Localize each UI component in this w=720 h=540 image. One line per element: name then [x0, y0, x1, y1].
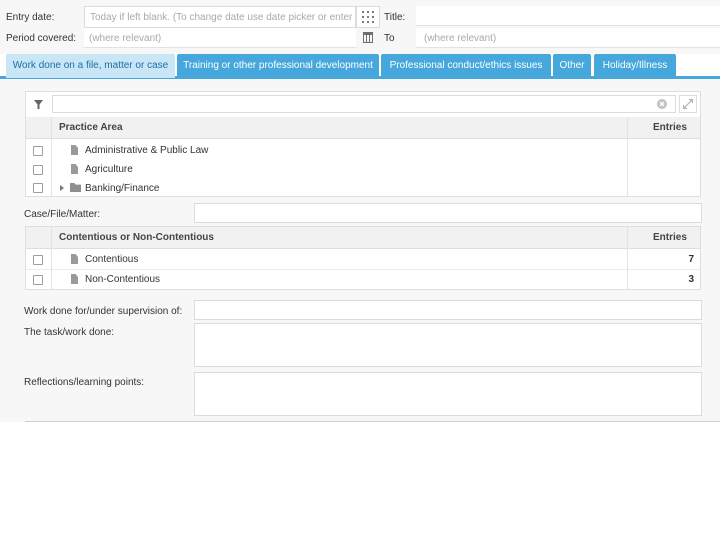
folder-icon	[70, 183, 81, 192]
tab-work-done[interactable]: Work done on a file, matter or case	[6, 54, 175, 78]
filter-icon[interactable]	[34, 100, 43, 109]
case-file-matter-input[interactable]	[194, 203, 702, 223]
row-checkbox[interactable]	[33, 275, 43, 285]
entries-count: 3	[688, 274, 694, 285]
expand-caret-icon[interactable]	[60, 185, 64, 191]
row-checkbox[interactable]	[33, 165, 43, 175]
period-picker-button[interactable]	[356, 28, 380, 48]
task-label: The task/work done:	[24, 327, 115, 338]
expand-icon	[683, 99, 693, 109]
row-label: Administrative & Public Law	[85, 145, 209, 156]
entries-column-header[interactable]: Entries	[653, 227, 687, 249]
reflections-textarea[interactable]	[194, 372, 702, 416]
supervision-input[interactable]	[194, 300, 702, 320]
entry-date-label: Entry date:	[6, 12, 55, 23]
period-from-placeholder: (where relevant)	[89, 33, 162, 44]
calendar-icon	[363, 32, 373, 43]
reflections-label: Reflections/learning points:	[24, 377, 145, 388]
row-label: Banking/Finance	[85, 183, 160, 194]
period-to-placeholder: (where relevant)	[424, 33, 497, 44]
file-icon	[71, 274, 78, 284]
row-label: Agriculture	[85, 164, 133, 175]
file-icon	[71, 145, 78, 155]
row-label: Contentious	[85, 254, 139, 265]
practice-area-grid: Practice Area Entries Administrative & P…	[25, 91, 701, 197]
period-covered-label: Period covered:	[6, 33, 77, 44]
contentious-column-header[interactable]: Contentious or Non-Contentious	[59, 227, 214, 249]
panel-divider	[25, 421, 720, 422]
expand-button[interactable]	[679, 95, 697, 113]
clear-icon[interactable]	[657, 99, 667, 109]
tab-professional-conduct[interactable]: Professional conduct/ethics issues	[381, 54, 551, 78]
title-label: Title:	[384, 12, 406, 23]
contentious-header-row: Contentious or Non-Contentious Entries	[26, 227, 700, 249]
case-file-matter-label: Case/File/Matter:	[24, 209, 101, 220]
contentious-grid: Contentious or Non-Contentious Entries C…	[25, 226, 701, 290]
entries-count: 7	[688, 254, 694, 265]
practice-area-header-row: Practice Area Entries	[26, 117, 700, 139]
to-label: To	[384, 33, 395, 44]
row-checkbox[interactable]	[33, 146, 43, 156]
table-row[interactable]: Administrative & Public Law	[26, 141, 700, 160]
calendar-grid-icon	[362, 11, 374, 23]
entry-type-tabs: Work done on a file, matter or case Trai…	[0, 54, 720, 79]
entries-column-header[interactable]: Entries	[653, 117, 687, 139]
entry-date-input[interactable]: Today if left blank. (To change date use…	[84, 6, 356, 28]
tab-training[interactable]: Training or other professional developme…	[177, 54, 379, 78]
period-to-input[interactable]: (where relevant)	[416, 28, 720, 48]
file-icon	[71, 164, 78, 174]
row-checkbox[interactable]	[33, 255, 43, 265]
table-row[interactable]: Non-Contentious 3	[26, 270, 700, 289]
file-icon	[71, 254, 78, 264]
table-row[interactable]: Contentious 7	[26, 250, 700, 270]
table-row[interactable]: Agriculture	[26, 160, 700, 179]
table-row[interactable]: Banking/Finance	[26, 179, 700, 197]
task-textarea[interactable]	[194, 323, 702, 367]
entry-date-placeholder: Today if left blank. (To change date use…	[90, 12, 352, 23]
practice-area-column-header[interactable]: Practice Area	[59, 117, 123, 139]
period-from-input[interactable]: (where relevant)	[84, 28, 356, 48]
row-label: Non-Contentious	[85, 274, 161, 285]
tab-holiday-illness[interactable]: Holiday/Illness	[594, 54, 676, 78]
tab-other[interactable]: Other	[553, 54, 591, 78]
row-checkbox[interactable]	[33, 183, 43, 193]
practice-area-search-input[interactable]	[52, 95, 676, 113]
date-picker-button[interactable]	[356, 6, 380, 28]
title-input[interactable]	[416, 6, 720, 26]
supervision-label: Work done for/under supervision of:	[24, 306, 183, 317]
